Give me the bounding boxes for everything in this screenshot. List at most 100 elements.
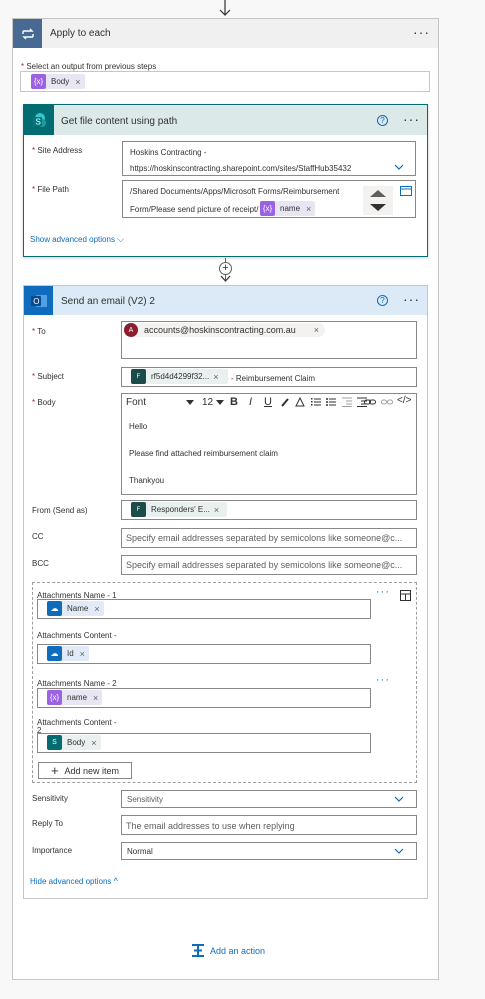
hide-advanced-options-link[interactable]: Hide advanced options ^ <box>30 876 118 886</box>
add-action-icon <box>192 944 204 957</box>
expression-icon: {x} <box>31 74 46 89</box>
more-options-icon[interactable]: ··· <box>413 24 430 40</box>
folder-icon[interactable] <box>400 186 412 196</box>
subject-text: - Reimbursement Claim <box>231 374 316 383</box>
remove-recipient-icon[interactable]: × <box>314 325 319 335</box>
remove-token-icon[interactable]: × <box>213 372 218 382</box>
body-line: Thankyou <box>129 476 165 485</box>
attachments-name-2-token[interactable]: {x} name × <box>47 690 103 705</box>
sharepoint-icon: S <box>24 105 54 135</box>
outlook-icon: O <box>24 286 53 315</box>
sensitivity-value: Sensitivity <box>127 795 164 804</box>
sensitivity-label: Sensitivity <box>32 794 69 803</box>
subject-token[interactable]: F rf5d4d4299f32... × <box>131 369 228 384</box>
numbered-list-icon[interactable] <box>311 397 321 407</box>
caret-down-icon <box>186 400 194 405</box>
forms-icon: F <box>131 369 146 384</box>
attachments-name-1-token[interactable]: ☁ Name × <box>47 601 104 616</box>
bullet-list-icon[interactable] <box>326 397 336 407</box>
remove-token-icon[interactable]: × <box>75 77 80 87</box>
from-token[interactable]: F Responders' E... × <box>131 502 227 517</box>
remove-token-icon[interactable]: × <box>80 649 85 659</box>
attachments-content-1-label: Attachments Content - <box>37 631 117 640</box>
name-token[interactable]: {x} name × <box>260 201 316 216</box>
svg-text:O: O <box>33 297 39 306</box>
expression-icon: {x} <box>260 201 275 216</box>
table-toggle-icon[interactable] <box>400 590 411 601</box>
reply-to-label: Reply To <box>32 819 63 828</box>
caret-down-icon <box>216 400 224 405</box>
add-action-button[interactable]: Add an action <box>191 943 265 959</box>
more-options-icon[interactable]: ··· <box>376 586 390 598</box>
site-address-label: * Site Address <box>32 146 83 155</box>
site-address-line2: https://hoskinscontracting.sharepoint.co… <box>130 164 352 173</box>
cc-placeholder: Specify email addresses separated by sem… <box>126 533 403 543</box>
importance-dropdown[interactable] <box>121 842 417 860</box>
importance-value: Normal <box>127 847 153 856</box>
help-icon[interactable]: ? <box>377 295 388 306</box>
unlink-icon[interactable] <box>381 397 393 407</box>
subject-label: * Subject <box>32 372 65 381</box>
font-size-select[interactable]: 12 <box>202 396 224 409</box>
bold-icon[interactable]: B <box>230 396 238 408</box>
expression-icon: {x} <box>47 690 62 705</box>
highlight-icon[interactable] <box>280 397 290 407</box>
code-view-icon[interactable]: </> <box>397 395 411 406</box>
remove-token-icon[interactable]: × <box>94 604 99 614</box>
more-options-icon[interactable]: ··· <box>403 111 420 127</box>
attachments-content-1-token[interactable]: ☁ Id × <box>47 646 89 661</box>
sharepoint-icon: S <box>47 735 62 750</box>
body-token[interactable]: {x} Body × <box>31 74 85 89</box>
font-color-icon[interactable] <box>295 397 305 407</box>
remove-token-icon[interactable]: × <box>93 693 98 703</box>
more-options-icon[interactable]: ··· <box>376 674 390 686</box>
importance-label: Importance <box>32 846 73 855</box>
add-step-icon[interactable]: + <box>219 262 232 275</box>
recipient-token[interactable]: A accounts@hoskinscontracting.com.au × <box>124 323 325 337</box>
file-path-line2: Form/Please send picture of receipt/ <box>130 205 259 214</box>
svg-text:S: S <box>36 118 41 127</box>
to-label: * To <box>32 327 46 336</box>
loop-icon <box>13 19 42 48</box>
cc-label: CC <box>32 532 44 541</box>
bcc-label: BCC <box>32 559 49 568</box>
help-icon[interactable]: ? <box>377 115 388 126</box>
onedrive-icon: ☁ <box>47 646 62 661</box>
file-path-line1: /Shared Documents/Apps/Microsoft Forms/R… <box>130 187 340 196</box>
down-arrow-icon <box>219 0 231 16</box>
remove-token-icon[interactable]: × <box>214 505 219 515</box>
site-address-line1: Hoskins Contracting - <box>130 148 207 157</box>
chevron-down-icon[interactable] <box>394 164 404 171</box>
get-file-content-title: Get file content using path <box>61 116 178 127</box>
file-path-label: * File Path <box>32 185 69 194</box>
decrease-indent-icon[interactable] <box>342 397 352 407</box>
down-arrow-icon <box>220 275 231 282</box>
italic-icon[interactable]: I <box>249 396 252 408</box>
avatar: A <box>124 323 138 337</box>
bcc-placeholder: Specify email addresses separated by sem… <box>126 560 403 570</box>
apply-to-each-title: Apply to each <box>50 28 111 39</box>
chevron-down-icon[interactable] <box>394 848 404 855</box>
sensitivity-dropdown[interactable] <box>121 790 417 808</box>
remove-token-icon[interactable]: × <box>306 204 311 214</box>
attachments-content-2-label: Attachments Content - <box>37 718 117 727</box>
add-new-item-button[interactable]: + Add new item <box>38 762 132 779</box>
onedrive-icon: ☁ <box>47 601 62 616</box>
attachments-content-2-token[interactable]: S Body × <box>47 735 101 750</box>
forms-icon: F <box>131 502 146 517</box>
select-output-label: * Select an output from previous steps <box>21 62 157 71</box>
body-label: * Body <box>32 398 56 407</box>
plus-icon: + <box>50 763 59 778</box>
body-line: Hello <box>129 422 148 431</box>
chevron-down-icon[interactable] <box>394 796 404 803</box>
link-icon[interactable] <box>364 397 376 407</box>
remove-token-icon[interactable]: × <box>91 738 96 748</box>
attachments-name-2-label: Attachments Name - 2 <box>37 679 117 688</box>
send-email-title: Send an email (V2) 2 <box>61 296 155 307</box>
file-path-stepper[interactable] <box>363 186 393 215</box>
show-advanced-options-link[interactable]: Show advanced options ⌵ <box>30 234 124 245</box>
font-select[interactable]: Font <box>126 396 194 409</box>
underline-icon[interactable]: U <box>264 396 272 408</box>
more-options-icon[interactable]: ··· <box>403 291 420 307</box>
reply-to-placeholder: The email addresses to use when replying <box>126 821 295 831</box>
